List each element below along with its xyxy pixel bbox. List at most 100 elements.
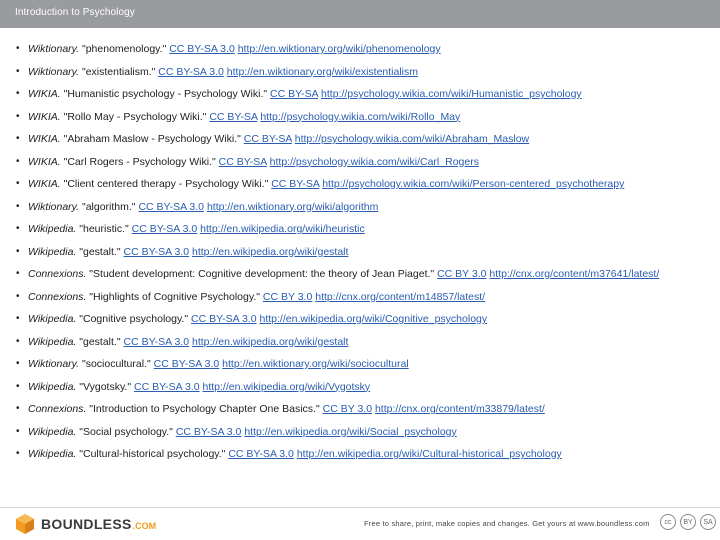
bullet-icon: • [16,245,20,257]
reference-source: WIKIA. [28,178,61,190]
reference-item: • WIKIA. "Abraham Maslow - Psychology Wik… [15,132,705,146]
reference-source: Wikipedia. [28,313,77,325]
bullet-icon: • [16,380,20,392]
license-link[interactable]: CC BY 3.0 [263,291,312,303]
reference-source: Wiktionary. [28,65,80,78]
reference-url-link[interactable]: http://en.wikipedia.org/wiki/gestalt [192,246,348,258]
header-bar: Introduction to Psychology [0,0,720,28]
reference-source: Wiktionary. [28,43,80,55]
page-title: Introduction to Psychology [15,7,135,18]
reference-title: "gestalt." [76,335,124,348]
reference-item: • Wikipedia. "heuristic." CC BY-SA 3.0 ht… [15,222,705,236]
reference-source: Connexions. [28,290,87,303]
reference-url-link[interactable]: http://en.wiktionary.org/wiki/sociocultu… [222,358,409,370]
license-link[interactable]: CC BY-SA 3.0 [176,426,242,438]
reference-item: • Wikipedia. "Social psychology." CC BY-S… [15,425,705,439]
reference-item: • WIKIA. "Rollo May - Psychology Wiki." C… [15,110,705,124]
license-link[interactable]: CC BY-SA 3.0 [191,313,257,325]
license-link[interactable]: CC BY-SA 3.0 [154,358,220,370]
reference-title: "Client centered therapy - Psychology Wi… [60,178,272,190]
bullet-icon: • [16,313,20,324]
reference-title: "Student development: Cognitive developm… [86,268,438,280]
reference-item: • Wikipedia. "Cultural-historical psychol… [15,447,705,461]
reference-source: Wikipedia. [28,380,77,393]
license-link[interactable]: CC BY-SA 3.0 [124,246,190,258]
license-link[interactable]: CC BY 3.0 [437,268,486,280]
reference-item: • Connexions. "Highlights of Cognitive Ps… [15,290,705,304]
reference-url-link[interactable]: http://psychology.wikia.com/wiki/Humanis… [321,88,582,100]
bullet-icon: • [16,448,20,459]
license-link[interactable]: CC BY-SA 3.0 [169,43,235,55]
reference-source: Connexions. [28,268,87,280]
license-link[interactable]: CC BY-SA [219,156,267,168]
reference-source: Wikipedia. [28,223,77,235]
reference-url-link[interactable]: http://cnx.org/content/m33879/latest/ [375,403,545,415]
license-link[interactable]: CC BY-SA [209,111,257,123]
reference-title: "existentialism." [79,65,159,78]
reference-source: Wikipedia. [28,245,77,258]
reference-url-link[interactable]: http://psychology.wikia.com/wiki/Person-… [322,178,624,190]
footer-divider [0,507,720,508]
bullet-icon: • [16,43,20,54]
reference-url-link[interactable]: http://en.wikipedia.org/wiki/Cognitive_p… [260,313,488,325]
bullet-icon: • [16,178,20,189]
license-link[interactable]: CC BY-SA 3.0 [134,381,200,393]
bullet-icon: • [16,88,20,99]
license-link[interactable]: CC BY-SA 3.0 [158,66,224,78]
license-link[interactable]: CC BY-SA 3.0 [132,223,198,235]
bullet-icon: • [16,425,20,437]
reference-url-link[interactable]: http://en.wiktionary.org/wiki/existentia… [227,66,418,78]
reference-title: "Introduction to Psychology Chapter One … [86,403,323,415]
license-link[interactable]: CC BY-SA [270,88,318,100]
reference-url-link[interactable]: http://psychology.wikia.com/wiki/Carl_Ro… [270,156,479,168]
bullet-icon: • [16,290,20,302]
reference-url-link[interactable]: http://en.wikipedia.org/wiki/heuristic [200,223,365,235]
bullet-icon: • [16,358,20,369]
license-link[interactable]: CC BY-SA [244,133,292,145]
bullet-icon: • [16,403,20,414]
logo-tld: .COM [132,520,157,531]
reference-item: • Wikipedia. "gestalt." CC BY-SA 3.0 http… [15,245,705,259]
reference-url-link[interactable]: http://en.wikipedia.org/wiki/Social_psyc… [244,426,456,438]
cc-icon: cc [660,514,676,530]
reference-title: "Social psychology." [76,425,176,438]
reference-source: Wikipedia. [28,425,77,438]
reference-url-link[interactable]: http://en.wiktionary.org/wiki/algorithm [207,201,378,213]
reference-source: Wikipedia. [28,335,77,348]
reference-url-link[interactable]: http://en.wikipedia.org/wiki/Vygotsky [202,381,370,393]
reference-url-link[interactable]: http://en.wiktionary.org/wiki/phenomenol… [238,43,441,55]
reference-item: • Wikipedia. "gestalt." CC BY-SA 3.0 http… [15,335,705,349]
reference-url-link[interactable]: http://psychology.wikia.com/wiki/Rollo_M… [260,111,460,123]
license-link[interactable]: CC BY-SA [271,178,319,190]
boundless-logo[interactable]: BOUNDLESS .COM [14,512,156,536]
license-link[interactable]: CC BY-SA 3.0 [228,448,294,460]
reference-url-link[interactable]: http://en.wikipedia.org/wiki/gestalt [192,336,348,348]
reference-title: "Vygotsky." [76,380,134,393]
footer-note: Free to share, print, make copies and ch… [364,519,650,528]
reference-source: WIKIA. [28,155,61,168]
by-icon: BY [680,514,696,530]
reference-item: • WIKIA. "Humanistic psychology - Psychol… [15,87,705,101]
reference-source: Wiktionary. [28,200,80,213]
reference-title: "heuristic." [76,223,132,235]
reference-item: • Wikipedia. "Vygotsky." CC BY-SA 3.0 htt… [15,380,705,394]
reference-url-link[interactable]: http://cnx.org/content/m37641/latest/ [489,268,659,280]
license-link[interactable]: CC BY-SA 3.0 [124,336,190,348]
reference-title: "Cognitive psychology." [76,313,191,325]
cc-license-badges[interactable]: cc BY SA [660,514,716,530]
bullet-icon: • [16,155,20,167]
license-link[interactable]: CC BY 3.0 [323,403,372,415]
reference-url-link[interactable]: http://cnx.org/content/m14857/latest/ [315,291,485,303]
license-link[interactable]: CC BY-SA 3.0 [138,201,204,213]
reference-title: "gestalt." [76,245,124,258]
bullet-icon: • [16,223,20,234]
reference-source: Connexions. [28,403,87,415]
reference-url-link[interactable]: http://psychology.wikia.com/wiki/Abraham… [295,133,529,145]
reference-item: • Wiktionary. "sociocultural." CC BY-SA 3… [15,357,705,371]
reference-url-link[interactable]: http://en.wikipedia.org/wiki/Cultural-hi… [297,448,562,460]
reference-source: WIKIA. [28,88,61,100]
reference-source: Wiktionary. [28,358,80,370]
reference-item: • WIKIA. "Client centered therapy - Psych… [15,177,705,191]
reference-source: WIKIA. [28,133,61,145]
reference-title: "Humanistic psychology - Psychology Wiki… [60,88,271,100]
